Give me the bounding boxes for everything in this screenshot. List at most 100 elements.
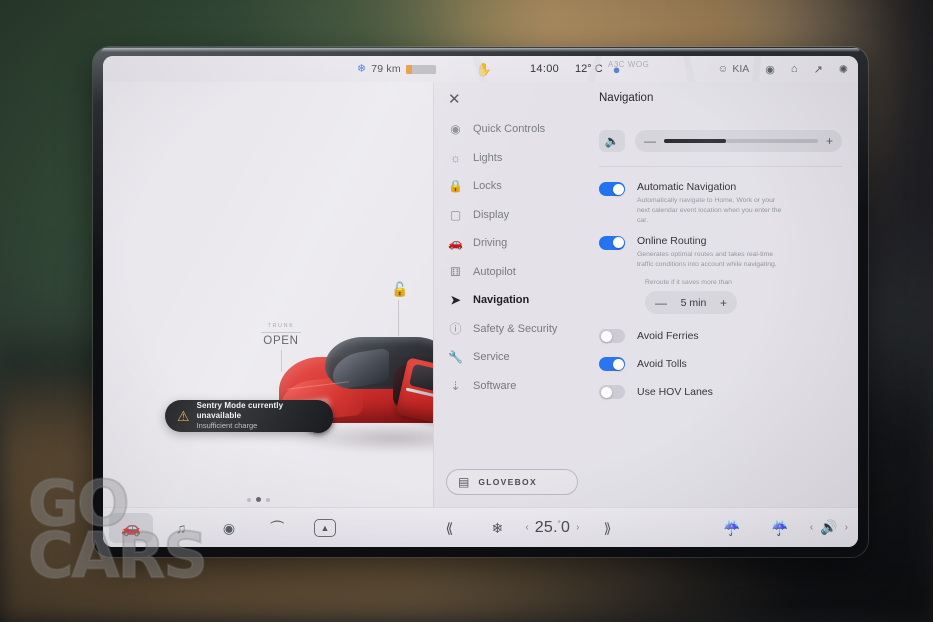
battery-gauge: [405, 64, 436, 74]
reroute-label: Reroute if it saves more than: [645, 279, 732, 287]
sidebar-item-software[interactable]: ⇣ Software: [434, 372, 589, 401]
sidebar-item-locks[interactable]: 🔒 Locks: [434, 172, 589, 201]
rear-defrost-icon[interactable]: ☔: [708, 521, 756, 535]
sidebar-item-label: Driving: [473, 237, 508, 250]
wrench-icon: 🔧: [448, 350, 463, 365]
setting-description: Automatically navigate to Home, Work or …: [637, 197, 782, 224]
chevron-up-box-icon[interactable]: ▲: [314, 518, 336, 537]
home-icon[interactable]: ⌂: [791, 63, 798, 75]
temperature-control[interactable]: ‹ 25.°0 ›: [525, 519, 579, 537]
fan-icon[interactable]: ❄: [473, 521, 521, 535]
snowflake-icon: ❄: [357, 62, 367, 75]
setting-online-routing[interactable]: Online Routing Generates optimal routes …: [599, 235, 842, 270]
setting-label: Avoid Tolls: [637, 357, 687, 370]
battery-status[interactable]: ❄ 79 km: [357, 63, 436, 75]
front-defrost-icon[interactable]: ☔: [756, 521, 804, 535]
sidebar-item-service[interactable]: 🔧 Service: [434, 343, 589, 372]
tesla-model3-render: T: [273, 327, 433, 462]
sidebar-item-label: Autopilot: [473, 265, 516, 278]
settings-menu: ✕ ◉ Quick Controls ☼ Lights 🔒 Locks ▢ Di…: [434, 82, 589, 507]
page-indicator-dots[interactable]: [247, 497, 270, 502]
sidebar-item-label: Display: [473, 208, 510, 221]
volume-track[interactable]: [664, 138, 818, 144]
navigation-volume-row: 🔈 — +: [599, 130, 842, 152]
page-dot-active[interactable]: [256, 497, 261, 502]
sentry-mode-notification[interactable]: ⚠ Sentry Mode currently unavailable Insu…: [165, 400, 333, 432]
sidebar-item-label: Safety & Security: [473, 322, 558, 335]
photo-scene: GO CARS ❄ 79 km ✋ 14:00 12° C A3C WOG ●: [0, 0, 933, 622]
navigation-settings-detail: Navigation 🔈 — + Automatic Navigation Au…: [589, 82, 858, 507]
seat-heater-left-icon[interactable]: ⟪: [425, 521, 473, 535]
close-icon[interactable]: ✕: [448, 92, 466, 107]
automatic-navigation-toggle[interactable]: [599, 182, 625, 196]
avoid-ferries-toggle[interactable]: [599, 329, 625, 344]
main-area: TRUNK OPEN TRUNK OPEN 🔓 ⚡: [103, 82, 858, 507]
lock-icon: 🔒: [448, 179, 463, 194]
volume-increase-button[interactable]: ›: [845, 522, 848, 533]
page-title: Navigation: [599, 92, 654, 104]
setting-description: Generates optimal routes and takes real-…: [637, 250, 777, 268]
unlocked-padlock-icon[interactable]: 🔓: [391, 282, 408, 296]
reroute-decrease-button[interactable]: —: [655, 297, 667, 309]
temperature-decrease-button[interactable]: ‹: [525, 522, 528, 533]
volume-decrease-button[interactable]: ‹: [810, 522, 813, 533]
download-icon: ⇣: [450, 378, 461, 393]
sidebar-item-safety-security[interactable]: ⓘ Safety & Security: [434, 315, 589, 344]
volume-icon[interactable]: 🔊: [820, 519, 837, 536]
page-dot[interactable]: [266, 497, 270, 502]
person-icon: ☺: [717, 63, 729, 75]
volume-decrease-button[interactable]: —: [644, 135, 656, 147]
status-bar-right-icons: ☺ KIA ◉ ⌂ ↗ ✺: [718, 63, 848, 76]
page-dot[interactable]: [247, 497, 251, 502]
car-icon[interactable]: ◉: [765, 63, 775, 76]
volume-control[interactable]: ‹ 🔊 ›: [810, 519, 848, 536]
speaker-icon[interactable]: 🔈: [599, 130, 625, 152]
setting-automatic-navigation[interactable]: Automatic Navigation Automatically navig…: [599, 181, 842, 226]
reroute-stepper[interactable]: — 5 min +: [645, 291, 737, 315]
bezel-highlight: [101, 48, 860, 52]
hand-brake-icon: ✋: [475, 61, 492, 77]
sidebar-item-quick-controls[interactable]: ◉ Quick Controls: [434, 115, 589, 144]
sidebar-item-lights[interactable]: ☼ Lights: [434, 144, 589, 173]
use-hov-lanes-toggle[interactable]: [599, 385, 625, 400]
watermark-line2: CARS: [27, 519, 209, 592]
sidebar-item-label: Service: [473, 351, 510, 364]
setting-use-hov-lanes[interactable]: Use HOV Lanes: [599, 384, 842, 400]
profile-name-label: KIA: [732, 63, 750, 75]
online-routing-toggle[interactable]: [599, 235, 625, 250]
volume-slider[interactable]: — +: [635, 130, 842, 152]
car-visualization[interactable]: TRUNK OPEN TRUNK OPEN 🔓 ⚡: [103, 82, 433, 507]
car-icon: 🚗: [448, 236, 463, 251]
volume-increase-button[interactable]: +: [826, 135, 833, 147]
wifi-icon[interactable]: ↗: [814, 63, 823, 76]
clock-label: 14:00: [530, 63, 560, 75]
sidebar-item-label: Locks: [473, 180, 502, 193]
notification-title: Sentry Mode currently unavailable: [196, 401, 284, 421]
sidebar-item-label: Quick Controls: [473, 123, 546, 136]
sidebar-item-driving[interactable]: 🚗 Driving: [434, 229, 589, 258]
tesla-touchscreen: ❄ 79 km ✋ 14:00 12° C A3C WOG ● ☺ KIA ◉ …: [103, 56, 858, 547]
setting-label: Avoid Ferries: [637, 329, 699, 342]
display-icon: ▢: [449, 207, 462, 222]
reroute-increase-button[interactable]: +: [720, 297, 727, 309]
seat-heater-right-icon[interactable]: ⟫: [584, 521, 632, 535]
steering-wheel-icon: ⚅: [450, 264, 461, 279]
temperature-value: 25.°0: [534, 518, 571, 536]
toggle-icon: ◉: [450, 122, 461, 137]
setting-avoid-ferries[interactable]: Avoid Ferries: [599, 328, 842, 344]
warning-triangle-icon: ⚠: [177, 408, 190, 424]
wiper-icon[interactable]: ⏜: [253, 521, 301, 535]
watermark: GO CARS: [27, 472, 218, 592]
sidebar-item-autopilot[interactable]: ⚅ Autopilot: [434, 258, 589, 287]
sidebar-item-navigation[interactable]: ➤ Navigation: [434, 286, 589, 315]
temperature-increase-button[interactable]: ›: [576, 522, 579, 533]
profile-button[interactable]: ☺ KIA: [718, 63, 750, 75]
bluetooth-icon[interactable]: ✺: [839, 63, 848, 76]
map-street-label: A3C WOG: [608, 60, 650, 69]
sidebar-item-display[interactable]: ▢ Display: [434, 201, 589, 230]
avoid-tolls-toggle[interactable]: [599, 357, 625, 372]
glovebox-button[interactable]: ▤ GLOVEBOX: [446, 469, 578, 495]
setting-avoid-tolls[interactable]: Avoid Tolls: [599, 356, 842, 372]
sun-icon: ☼: [450, 150, 461, 165]
notification-subtitle: Insufficient charge: [196, 421, 258, 431]
